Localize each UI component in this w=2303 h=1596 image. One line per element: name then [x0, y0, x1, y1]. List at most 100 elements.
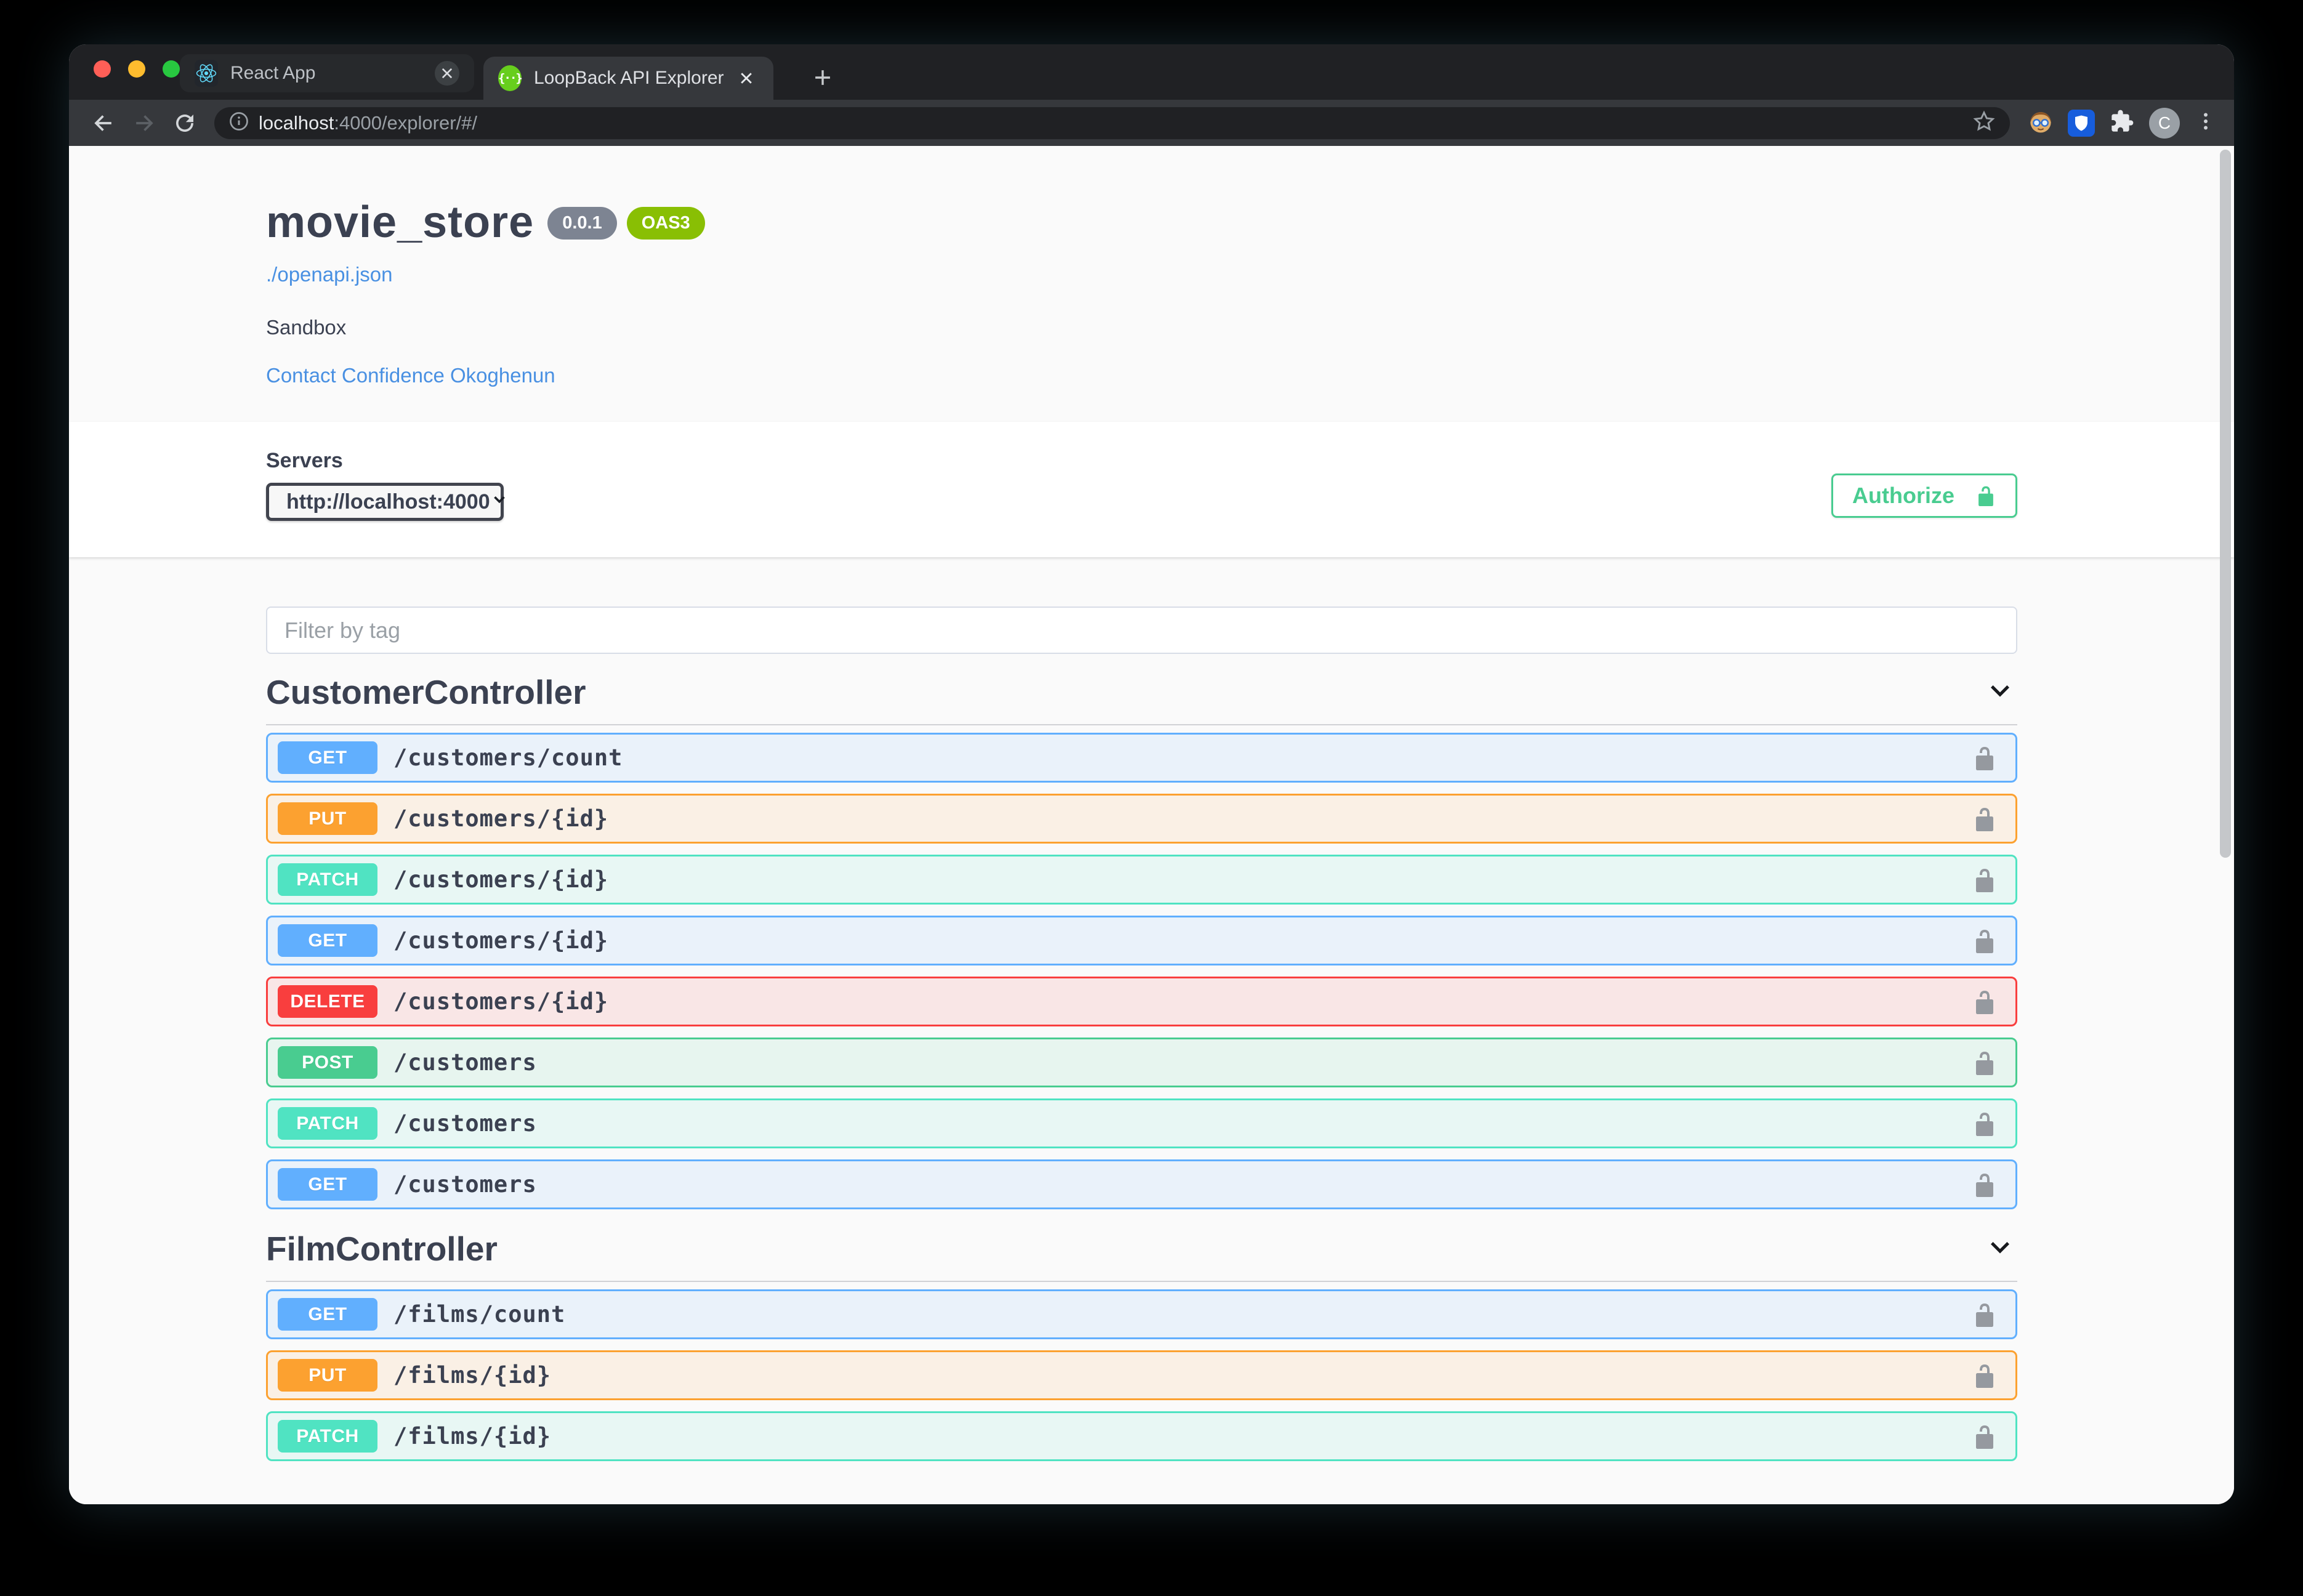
react-icon — [195, 62, 218, 85]
auth-lock-icon[interactable] — [1972, 868, 1997, 892]
close-tab-icon[interactable] — [734, 66, 759, 91]
tab-label: React App — [230, 63, 435, 84]
authorize-label: Authorize — [1852, 483, 1954, 509]
operation-row-get-customers[interactable]: GET /customers — [266, 1159, 2017, 1209]
tab-react-app[interactable]: React App — [180, 54, 474, 92]
oas3-badge: OAS3 — [627, 207, 705, 240]
section-customercontroller: CustomerController GET /customers/count … — [266, 664, 2017, 1209]
method-badge: PATCH — [278, 863, 377, 896]
minimize-window-button[interactable] — [128, 60, 145, 78]
close-tab-icon[interactable] — [435, 61, 459, 86]
auth-lock-icon[interactable] — [1972, 1302, 1997, 1327]
unlock-icon — [1975, 485, 1996, 506]
auth-lock-icon[interactable] — [1972, 1363, 1997, 1388]
window-controls — [94, 60, 180, 78]
close-window-button[interactable] — [94, 60, 111, 78]
tab-loopback-api-explorer[interactable]: {··} LoopBack API Explorer — [483, 57, 773, 100]
server-select-value: http://localhost:4000 — [286, 490, 490, 514]
operation-path: /customers/{id} — [393, 927, 608, 954]
method-badge: GET — [278, 741, 377, 774]
tab-strip: React App {··} LoopBack API Explorer — [69, 44, 2234, 100]
operation-row-delete-customers-id-[interactable]: DELETE /customers/{id} — [266, 977, 2017, 1026]
operation-path: /customers — [393, 1171, 537, 1198]
server-select[interactable]: http://localhost:4000 — [266, 483, 504, 521]
scheme-container: Servers http://localhost:4000 Authorize — [69, 422, 2234, 557]
tab-label: LoopBack API Explorer — [534, 68, 734, 89]
address-bar[interactable]: localhost:4000/explorer/#/ — [214, 107, 2010, 139]
browser-toolbar: localhost:4000/explorer/#/ — [69, 100, 2234, 146]
method-badge: POST — [278, 1046, 377, 1079]
version-badge: 0.0.1 — [547, 207, 617, 240]
operation-path: /films/{id} — [393, 1423, 551, 1449]
url-text: localhost:4000/explorer/#/ — [259, 112, 477, 134]
section-header[interactable]: FilmController — [266, 1220, 2017, 1282]
api-description: Sandbox — [266, 316, 2017, 339]
operation-row-get-customers-id-[interactable]: GET /customers/{id} — [266, 916, 2017, 965]
method-badge: GET — [278, 1168, 377, 1201]
method-badge: PATCH — [278, 1420, 377, 1453]
auth-lock-icon[interactable] — [1972, 929, 1997, 953]
operation-path: /customers/{id} — [393, 805, 608, 832]
site-info-icon[interactable] — [228, 110, 250, 135]
operation-path: /customers/count — [393, 744, 623, 771]
nerd-face-extension-icon[interactable] — [2028, 109, 2053, 137]
operation-path: /customers/{id} — [393, 988, 608, 1015]
auth-lock-icon[interactable] — [1972, 1111, 1997, 1136]
api-info: movie_store 0.0.1 OAS3 ./openapi.json Sa… — [266, 146, 2017, 422]
authorize-button[interactable]: Authorize — [1831, 474, 2017, 518]
page-viewport: movie_store 0.0.1 OAS3 ./openapi.json Sa… — [69, 146, 2234, 1504]
page-title: movie_store — [266, 198, 534, 247]
new-tab-button[interactable] — [805, 60, 840, 95]
section-header[interactable]: CustomerController — [266, 664, 2017, 725]
section-filmcontroller: FilmController GET /films/count PUT /fil… — [266, 1220, 2017, 1461]
operation-path: /films/{id} — [393, 1362, 551, 1388]
extension-icons: C — [2028, 108, 2217, 139]
auth-lock-icon[interactable] — [1972, 1172, 1997, 1197]
operation-row-patch-customers-id-[interactable]: PATCH /customers/{id} — [266, 855, 2017, 905]
method-badge: GET — [278, 1298, 377, 1331]
maximize-window-button[interactable] — [163, 60, 180, 78]
operation-row-post-customers[interactable]: POST /customers — [266, 1038, 2017, 1087]
operation-row-patch-customers[interactable]: PATCH /customers — [266, 1098, 2017, 1148]
servers-label: Servers — [266, 449, 504, 473]
extensions-puzzle-icon[interactable] — [2110, 109, 2134, 137]
profile-avatar[interactable]: C — [2149, 108, 2180, 139]
back-icon[interactable] — [86, 106, 121, 140]
contact-link[interactable]: Contact Confidence Okoghenun — [266, 364, 2017, 387]
operation-path: /customers — [393, 1110, 537, 1137]
operation-row-get-films-count[interactable]: GET /films/count — [266, 1289, 2017, 1339]
operation-row-put-films-id-[interactable]: PUT /films/{id} — [266, 1350, 2017, 1400]
operation-path: /customers/{id} — [393, 866, 608, 893]
scrollbar-thumb[interactable] — [2220, 150, 2231, 858]
operation-path: /films/count — [393, 1301, 565, 1328]
filter-by-tag-input[interactable] — [266, 607, 2017, 654]
auth-lock-icon[interactable] — [1972, 746, 1997, 770]
method-badge: DELETE — [278, 985, 377, 1018]
method-badge: PATCH — [278, 1107, 377, 1140]
auth-lock-icon[interactable] — [1972, 1424, 1997, 1449]
auth-lock-icon[interactable] — [1972, 1050, 1997, 1075]
menu-kebab-icon[interactable] — [2195, 110, 2217, 135]
section-title: CustomerController — [266, 674, 586, 711]
auth-lock-icon[interactable] — [1972, 807, 1997, 831]
chevron-down-icon[interactable] — [1985, 676, 2015, 709]
operation-row-patch-films-id-[interactable]: PATCH /films/{id} — [266, 1411, 2017, 1461]
loopback-icon: {··} — [498, 66, 522, 90]
chevron-down-icon — [490, 490, 509, 514]
method-badge: PUT — [278, 1359, 377, 1392]
forward-icon[interactable] — [127, 106, 161, 140]
chevron-down-icon[interactable] — [1985, 1233, 2015, 1265]
method-badge: GET — [278, 924, 377, 957]
operation-row-put-customers-id-[interactable]: PUT /customers/{id} — [266, 794, 2017, 844]
reload-icon[interactable] — [167, 106, 202, 140]
servers-block: Servers http://localhost:4000 — [266, 449, 504, 521]
section-title: FilmController — [266, 1230, 498, 1267]
bookmark-star-icon[interactable] — [1972, 109, 1996, 137]
operation-row-get-customers-count[interactable]: GET /customers/count — [266, 733, 2017, 783]
browser-window: React App {··} LoopBack API Explorer — [69, 44, 2234, 1504]
auth-lock-icon[interactable] — [1972, 989, 1997, 1014]
method-badge: PUT — [278, 802, 377, 835]
bitwarden-shield-icon[interactable] — [2068, 110, 2095, 137]
openapi-spec-link[interactable]: ./openapi.json — [266, 263, 2017, 286]
operation-path: /customers — [393, 1049, 537, 1076]
